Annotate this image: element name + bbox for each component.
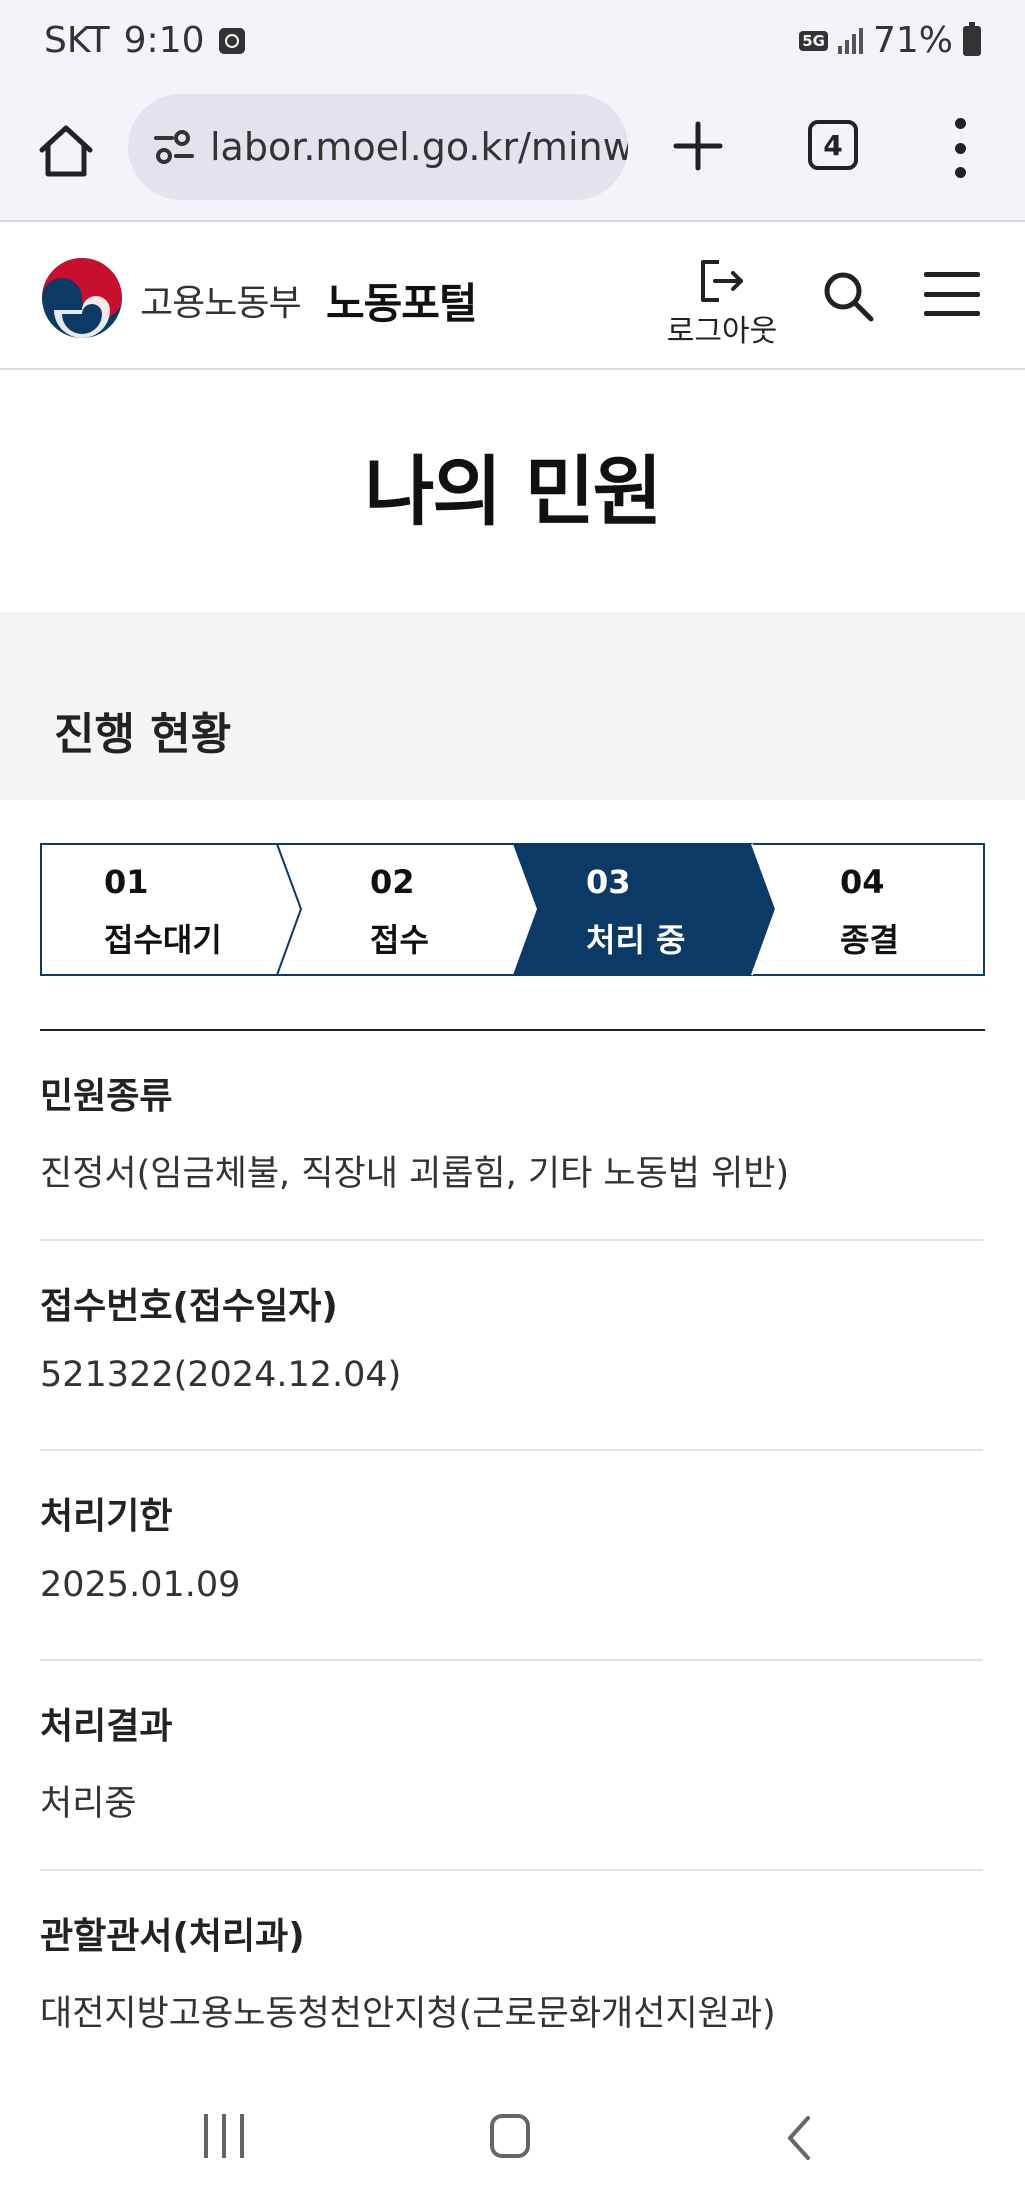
recent-apps-icon[interactable]	[204, 2114, 244, 2158]
detail-label: 접수번호(접수일자)	[40, 1286, 338, 1327]
status-right: 5G 71%	[799, 20, 981, 61]
government-emblem-logo[interactable]	[40, 256, 124, 340]
tab-switcher-button[interactable]: 4	[808, 120, 858, 170]
network-type-icon: 5G	[799, 30, 828, 51]
detail-label: 관할관서(처리과)	[40, 1916, 305, 1957]
hamburger-menu-icon[interactable]	[924, 272, 980, 316]
detail-label: 처리기한	[40, 1496, 173, 1537]
carrier-label: SKT	[44, 20, 110, 61]
battery-percent: 71%	[872, 20, 953, 61]
signal-strength-icon	[837, 27, 863, 54]
detail-value: 521322(2024.12.04)	[40, 1355, 402, 1395]
address-bar[interactable]: labor.moel.go.kr/minw	[128, 94, 628, 200]
search-icon[interactable]	[820, 268, 876, 324]
site-header: 고용노동부 노동포털 로그아웃	[0, 224, 1025, 370]
detail-row-receipt: 접수번호(접수일자) 521322(2024.12.04)	[40, 1241, 983, 1451]
portal-name[interactable]: 노동포털	[326, 270, 478, 331]
detail-row-office: 관할관서(처리과) 대전지방고용노동청천안지청(근로문화개선지원과)	[40, 1871, 983, 2081]
battery-icon	[963, 21, 981, 56]
detail-value: 대전지방고용노동청천안지청(근로문화개선지원과)	[40, 1994, 776, 2034]
progress-stepper: 01 접수대기 02 접수 03 처리 중 04 종결	[40, 843, 985, 976]
progress-section-header: 진행 현황	[0, 612, 1025, 800]
detail-row-deadline: 처리기한 2025.01.09	[40, 1451, 983, 1661]
detail-label: 처리결과	[40, 1706, 173, 1747]
alarm-icon	[218, 27, 245, 54]
logout-label: 로그아웃	[666, 314, 778, 349]
complaint-details: 민원종류 진정서(임금체불, 직장내 괴롭힘, 기타 노동법 위반) 접수번호(…	[40, 1031, 983, 2081]
detail-value: 진정서(임금체불, 직장내 괴롭힘, 기타 노동법 위반)	[40, 1154, 790, 1194]
step-label: 종결	[840, 921, 899, 959]
detail-row-type: 민원종류 진정서(임금체불, 직장내 괴롭힘, 기타 노동법 위반)	[40, 1031, 983, 1241]
logout-button[interactable]: 로그아웃	[660, 258, 784, 349]
step-label: 접수	[370, 921, 429, 959]
home-icon[interactable]	[36, 120, 96, 180]
more-options-icon[interactable]	[950, 118, 970, 178]
step-number: 04	[840, 863, 885, 901]
ministry-name[interactable]: 고용노동부	[140, 274, 302, 326]
step-label: 처리 중	[586, 921, 686, 959]
logout-icon	[701, 260, 743, 302]
detail-value: 처리중	[40, 1784, 137, 1824]
status-bar: SKT 9:10 5G 71%	[0, 0, 1025, 90]
browser-toolbar: labor.moel.go.kr/minw 4	[0, 90, 1025, 222]
status-left: SKT 9:10	[44, 20, 245, 61]
step-number: 01	[104, 863, 149, 901]
system-navigation-bar	[0, 2078, 1025, 2198]
url-text: labor.moel.go.kr/minw	[210, 125, 628, 169]
back-icon[interactable]	[780, 2114, 820, 2162]
detail-row-result: 처리결과 처리중	[40, 1661, 983, 1871]
progress-title: 진행 현황	[54, 709, 232, 760]
detail-value: 2025.01.09	[40, 1565, 241, 1605]
new-tab-icon[interactable]	[672, 120, 724, 172]
home-nav-icon[interactable]	[490, 2114, 530, 2158]
step-number: 03	[586, 863, 631, 901]
clock-time: 9:10	[123, 20, 205, 61]
step-number: 02	[370, 863, 415, 901]
step-label: 접수대기	[104, 921, 222, 959]
site-settings-icon[interactable]	[152, 125, 196, 169]
page-title: 나의 민원	[364, 447, 662, 536]
detail-label: 민원종류	[40, 1076, 173, 1117]
